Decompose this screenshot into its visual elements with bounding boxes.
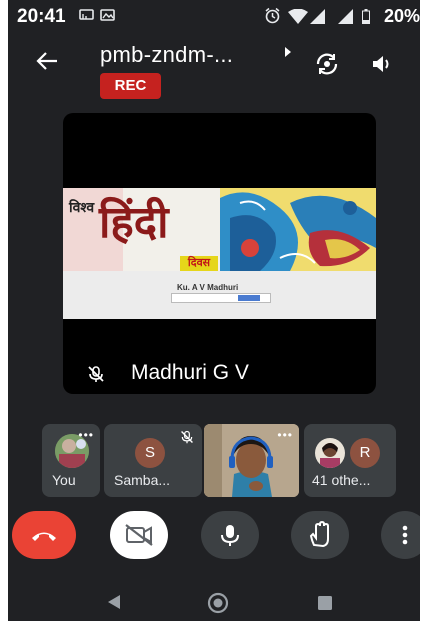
slide-text-divas: दिवस xyxy=(180,256,218,271)
participant-tile-video[interactable]: ••• xyxy=(204,424,299,497)
slide-left-panel: विश्व हिंदी दिवस xyxy=(63,188,220,271)
slide-footer-name: Ku. A V Madhuri xyxy=(177,283,239,292)
signal-icon-2 xyxy=(338,9,353,27)
slide-footer: Ku. A V Madhuri xyxy=(63,271,376,319)
camera-toggle-button[interactable] xyxy=(110,511,168,559)
signal-icon xyxy=(310,9,325,27)
participant-tile-others[interactable]: R 41 othe... xyxy=(304,424,396,497)
recording-badge: REC xyxy=(100,73,161,99)
battery-percent: 20% xyxy=(383,6,420,26)
nav-back-icon[interactable] xyxy=(106,594,122,615)
microphone-icon xyxy=(221,525,239,546)
nav-home-icon[interactable] xyxy=(207,592,229,619)
caret-right-icon[interactable] xyxy=(284,46,292,60)
more-options-button[interactable] xyxy=(381,511,420,559)
end-call-button[interactable] xyxy=(12,511,76,559)
main-participant-name: Madhuri G V xyxy=(131,361,249,384)
gallery-icon xyxy=(100,8,116,25)
slide-art-panel xyxy=(220,188,376,271)
raise-hand-button[interactable] xyxy=(291,511,349,559)
avatar xyxy=(315,438,345,468)
avatar-initial: R xyxy=(350,438,380,468)
nav-recents-icon[interactable] xyxy=(317,595,333,616)
alarm-icon xyxy=(264,7,281,27)
participant-tile-samba[interactable]: S Samba... xyxy=(104,424,202,497)
more-icon[interactable]: ••• xyxy=(78,428,94,442)
more-icon[interactable]: ••• xyxy=(277,428,293,442)
shared-slide: विश्व हिंदी दिवस Ku. A V Madhuri xyxy=(63,188,376,319)
mic-off-icon xyxy=(180,430,194,447)
raise-hand-icon xyxy=(309,520,329,548)
hang-up-icon xyxy=(32,532,56,541)
microphone-button[interactable] xyxy=(201,511,259,559)
status-time: 20:41 xyxy=(17,6,66,27)
cast-icon xyxy=(79,8,95,25)
participant-tile-you[interactable]: ••• You xyxy=(42,424,100,497)
tile-label: Samba... xyxy=(114,472,171,488)
slide-text-vishwa: विश्व xyxy=(69,200,95,216)
slide-footer-bar xyxy=(171,293,271,303)
meet-call-screen: 20:41 20% pmb-zndm-... REC विश्व हिंदी द… xyxy=(8,0,420,621)
speaker-icon[interactable] xyxy=(371,54,395,79)
battery-icon xyxy=(362,9,370,27)
mic-off-icon xyxy=(87,365,105,388)
status-bar: 20:41 20% xyxy=(8,0,420,32)
back-arrow-icon[interactable] xyxy=(36,50,58,78)
camera-off-icon xyxy=(125,524,153,546)
meeting-title[interactable]: pmb-zndm-... xyxy=(100,42,233,68)
tile-label: 41 othe... xyxy=(312,472,371,488)
main-video-tile[interactable]: विश्व हिंदी दिवस Ku. A V Madhuri Madhuri… xyxy=(63,113,376,394)
wifi-icon xyxy=(288,8,308,27)
more-vert-icon xyxy=(402,525,408,545)
avatar: S xyxy=(135,438,165,468)
slide-text-hindi: हिंदी xyxy=(99,197,169,248)
tile-label: You xyxy=(52,472,76,488)
switch-camera-icon[interactable] xyxy=(314,52,340,81)
